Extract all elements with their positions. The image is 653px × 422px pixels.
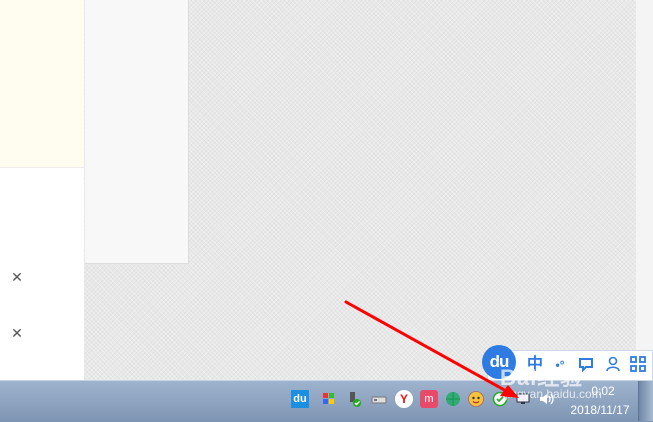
close-icon[interactable]: ✕ [10, 270, 24, 284]
yandex-y-icon[interactable]: Y [395, 390, 413, 408]
content-panel [85, 0, 189, 264]
network-globe-icon[interactable] [444, 390, 462, 408]
app-m-icon[interactable]: m [420, 390, 438, 408]
watermark-url: jingyan.baidu.com [505, 387, 602, 401]
usb-safe-remove-icon[interactable] [345, 390, 363, 408]
close-icon[interactable]: ✕ [10, 326, 24, 340]
clock-date[interactable]: 2018/11/17 [563, 403, 637, 417]
grid-icon[interactable] [628, 355, 648, 375]
left-pane: ✕ ✕ [0, 0, 84, 380]
right-edge [636, 0, 653, 380]
left-pane-notice-area [0, 0, 84, 168]
drive-icon[interactable] [370, 390, 388, 408]
user-icon[interactable] [603, 355, 623, 375]
show-desktop-button[interactable] [638, 381, 653, 421]
baidu-du-icon[interactable]: du [291, 390, 309, 408]
qq-face-icon[interactable] [467, 390, 485, 408]
flag-icon[interactable] [320, 390, 338, 408]
